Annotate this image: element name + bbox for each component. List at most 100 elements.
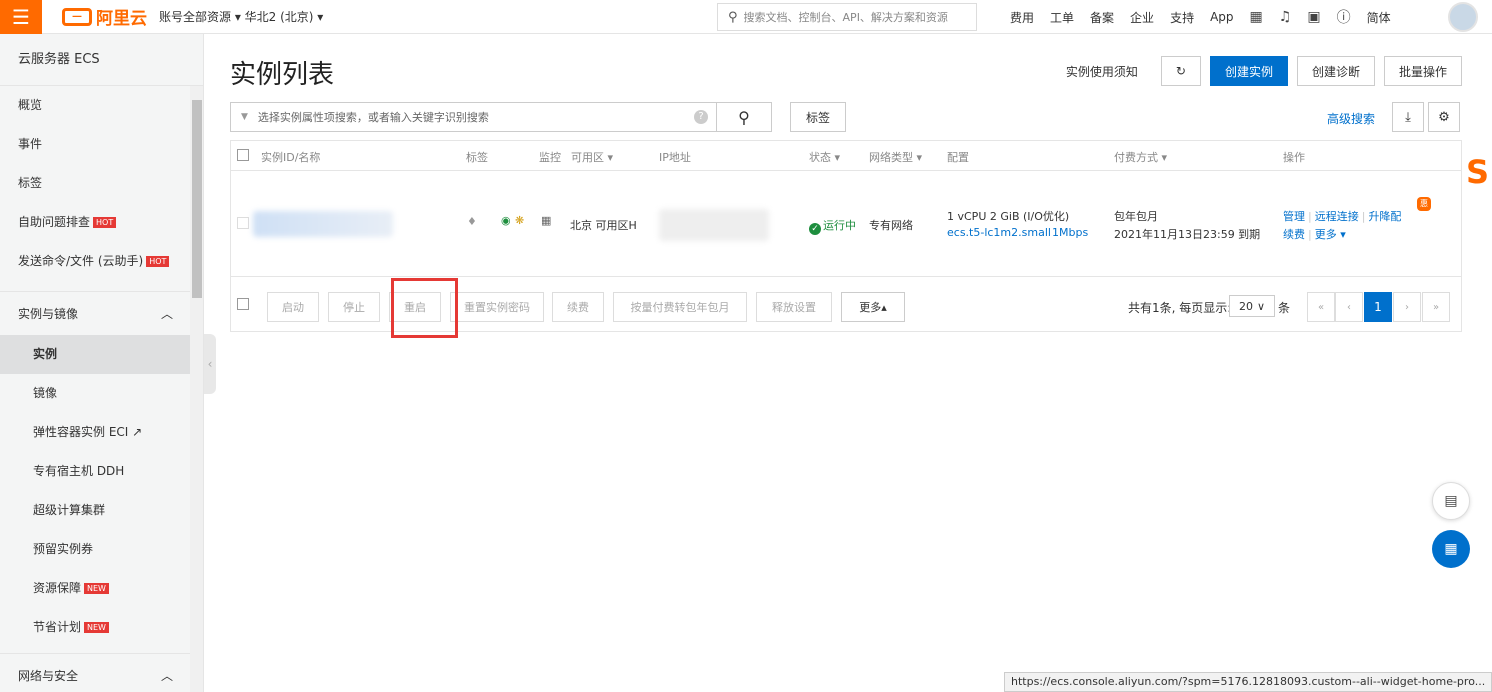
sidebar-item-instances[interactable]: 实例: [0, 335, 203, 374]
batch-operations-button[interactable]: 批量操作: [1383, 56, 1462, 86]
config-value: 1 vCPU 2 GiB (I/O优化): [947, 210, 1070, 223]
search-icon: ⚲: [728, 9, 738, 25]
redacted-ip: [659, 209, 769, 241]
next-page-button[interactable]: ›: [1393, 292, 1421, 322]
sidebar-item-overview[interactable]: 概览: [0, 86, 203, 125]
upgrade-link[interactable]: 升降配: [1368, 210, 1401, 223]
sidebar-scrollbar[interactable]: [190, 86, 203, 692]
sidebar-item-cloud-assistant[interactable]: 发送命令/文件 (云助手) HOT: [0, 242, 203, 281]
language-switch[interactable]: 简体: [1367, 9, 1391, 26]
sidebar-item-tags[interactable]: 标签: [0, 164, 203, 203]
refresh-button[interactable]: ↻: [1160, 56, 1201, 86]
avatar[interactable]: [1448, 2, 1478, 32]
sidebar-item-images[interactable]: 镜像: [0, 374, 203, 413]
bandwidth-value: 1Mbps: [1052, 226, 1089, 239]
convert-billing-button[interactable]: 按量付费转包年包月: [613, 292, 747, 322]
create-instance-button[interactable]: 创建实例: [1209, 56, 1288, 86]
top-nav: 费用 工单 备案 企业 支持 App ▦ ♫ ▣ ⓘ 简体: [1010, 0, 1407, 34]
manage-link[interactable]: 管理: [1283, 210, 1305, 223]
col-pay-type[interactable]: 付费方式 ▾: [1114, 149, 1167, 165]
nav-tickets[interactable]: 工单: [1050, 9, 1074, 26]
advanced-search-link[interactable]: 高级搜索: [1327, 110, 1375, 127]
row-checkbox[interactable]: [237, 217, 249, 229]
instance-type-link[interactable]: ecs.t5-lc1m2.small: [947, 226, 1051, 239]
remote-connect-link[interactable]: 远程连接: [1315, 210, 1359, 223]
help-icon[interactable]: ?: [694, 110, 708, 124]
sidebar-item-savings-plan[interactable]: 节省计划 NEW: [0, 608, 203, 647]
chevron-up-icon: ︿: [160, 669, 173, 683]
new-badge: NEW: [84, 583, 109, 594]
first-page-button[interactable]: «: [1307, 292, 1335, 322]
search-row: ▼ 选择实例属性项搜索，或者输入关键字识别搜索 ? ⚲ 标签 高级搜索 ⤓ ⚙: [230, 102, 1460, 132]
collapse-sidebar-handle[interactable]: ‹: [204, 334, 216, 394]
renew-button[interactable]: 续费: [552, 292, 604, 322]
sidebar-item-reserved[interactable]: 预留实例券: [0, 530, 203, 569]
stop-button[interactable]: 停止: [328, 292, 380, 322]
col-network-type[interactable]: 网络类型 ▾: [869, 149, 922, 165]
zone-value: 北京 可用区H: [570, 219, 637, 232]
nav-fees[interactable]: 费用: [1010, 9, 1034, 26]
sidebar-item-troubleshoot[interactable]: 自助问题排查 HOT: [0, 203, 203, 242]
gear-icon[interactable]: ⚙: [1428, 102, 1460, 132]
nav-filing[interactable]: 备案: [1090, 9, 1114, 26]
hot-badge: HOT: [146, 256, 170, 267]
more-actions-button[interactable]: 更多▴: [841, 292, 905, 322]
last-page-button[interactable]: »: [1422, 292, 1450, 322]
shield-icon[interactable]: ◉: [501, 214, 511, 227]
search-button[interactable]: ⚲: [717, 102, 772, 132]
page-size-suffix: 条: [1278, 301, 1291, 315]
prev-page-button[interactable]: ‹: [1335, 292, 1363, 322]
scrollbar-thumb[interactable]: [192, 100, 202, 298]
cart-icon[interactable]: ▣: [1307, 9, 1320, 25]
instance-search-input[interactable]: ▼ 选择实例属性项搜索，或者输入关键字识别搜索 ?: [230, 102, 717, 132]
more-dropdown[interactable]: 更多 ▾: [1315, 228, 1346, 241]
asterisk-icon[interactable]: ❋: [515, 214, 524, 227]
col-ip: IP地址: [659, 151, 691, 164]
hot-badge: HOT: [93, 217, 117, 228]
renew-link[interactable]: 续费: [1283, 228, 1305, 241]
sidebar-item-ddh[interactable]: 专有宿主机 DDH: [0, 452, 203, 491]
aliyun-logo[interactable]: — 阿里云: [62, 4, 147, 29]
instance-notice-link[interactable]: 实例使用须知: [1066, 63, 1138, 80]
page-size-select[interactable]: 20 ∨: [1229, 295, 1275, 317]
nav-support[interactable]: 支持: [1170, 9, 1194, 26]
help-icon[interactable]: ⓘ: [1337, 7, 1351, 27]
page-1-button[interactable]: 1: [1364, 292, 1392, 322]
sidebar-item-eci[interactable]: 弹性容器实例 ECI ↗: [0, 413, 203, 452]
sidebar: 云服务器 ECS 概览 事件 标签 自助问题排查 HOT 发送命令/文件 (云助手…: [0, 34, 204, 692]
create-diagnosis-button[interactable]: 创建诊断: [1296, 56, 1375, 86]
logo-mark-icon: —: [62, 7, 92, 26]
hamburger-icon[interactable]: ☰: [0, 0, 42, 34]
region-selector[interactable]: 账号全部资源 ▾ 华北2 (北京) ▾: [159, 8, 323, 25]
sidebar-item-events[interactable]: 事件: [0, 125, 203, 164]
start-button[interactable]: 启动: [267, 292, 319, 322]
pay-type-value: 包年包月: [1114, 210, 1158, 223]
sidebar-item-scc[interactable]: 超级计算集群: [0, 491, 203, 530]
col-zone[interactable]: 可用区 ▾: [571, 149, 613, 165]
sidebar-group-network-security[interactable]: 网络与安全 ︿: [0, 653, 203, 692]
reset-password-button[interactable]: 重置实例密码: [450, 292, 544, 322]
col-status[interactable]: 状态 ▾: [809, 149, 840, 165]
select-all-checkbox[interactable]: [237, 149, 249, 161]
status-badge: ✓ 运行中: [809, 217, 856, 235]
tag-icon[interactable]: ♦: [467, 215, 477, 228]
col-tags: 标签: [466, 151, 488, 164]
bell-icon[interactable]: ♫: [1279, 9, 1292, 25]
apps-icon[interactable]: ▦: [1432, 530, 1470, 568]
download-icon[interactable]: ⤓: [1392, 102, 1424, 132]
caret-down-icon: ▼: [241, 112, 248, 122]
top-bar: ☰ — 阿里云 账号全部资源 ▾ 华北2 (北京) ▾ ⚲ 搜索文档、控制台、A…: [0, 0, 1492, 34]
chat-icon[interactable]: ▤: [1432, 482, 1470, 520]
footer-select-all-checkbox[interactable]: [237, 298, 249, 310]
top-search-input[interactable]: ⚲ 搜索文档、控制台、API、解决方案和资源: [717, 3, 977, 31]
sidebar-group-instances-images[interactable]: 实例与镜像 ︿: [0, 291, 203, 335]
expire-value: 2021年11月13日23:59 到期: [1114, 228, 1261, 241]
status-url: https://ecs.console.aliyun.com/?spm=5176…: [1004, 672, 1492, 692]
sidebar-item-capacity[interactable]: 资源保障 NEW: [0, 569, 203, 608]
nav-app[interactable]: App: [1210, 10, 1233, 24]
monitor-icon[interactable]: ▦: [541, 214, 551, 227]
release-settings-button[interactable]: 释放设置: [756, 292, 832, 322]
nav-enterprise[interactable]: 企业: [1130, 9, 1154, 26]
terminal-icon[interactable]: ▦: [1250, 9, 1263, 25]
tag-filter-button[interactable]: 标签: [790, 102, 846, 132]
